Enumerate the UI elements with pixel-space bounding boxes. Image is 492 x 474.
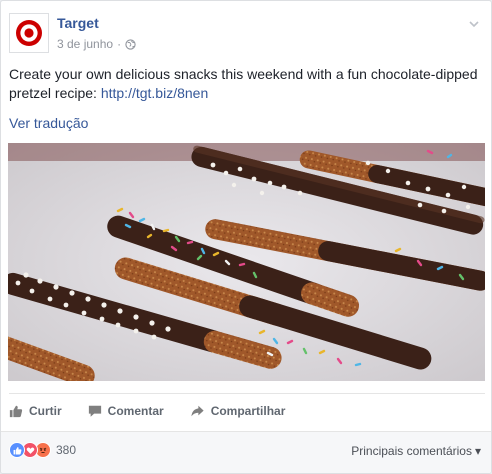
globe-icon: [125, 38, 136, 50]
post-footer: 380 Principais comentários ▾: [1, 431, 491, 473]
reaction-summary[interactable]: 380: [9, 442, 76, 458]
like-icon: [9, 405, 23, 417]
pretzel-rods-image: [8, 143, 485, 381]
share-icon: [191, 405, 204, 416]
post-link[interactable]: http://tgt.biz/8nen: [101, 85, 208, 101]
see-translation-link[interactable]: Ver tradução: [9, 115, 88, 131]
target-logo-icon: [16, 20, 42, 46]
post-photo[interactable]: [8, 143, 485, 381]
like-button[interactable]: Curtir: [9, 404, 62, 418]
reaction-count: 380: [56, 443, 77, 457]
like-reaction-icon: [9, 442, 25, 458]
page-avatar[interactable]: [9, 13, 49, 53]
caret-down-icon: ▾: [474, 444, 481, 458]
post-date[interactable]: 3 de junho: [57, 37, 113, 51]
like-label: Curtir: [29, 403, 62, 418]
comment-sort-dropdown[interactable]: Principais comentários ▾: [351, 444, 481, 458]
comment-sort-label: Principais comentários: [351, 444, 472, 458]
post-header: Target 3 de junho ·: [9, 13, 485, 57]
post-actions-bar: Curtir Comentar Compartilhar: [9, 393, 485, 427]
post-card: Target 3 de junho · Create your own deli…: [0, 0, 492, 474]
post-meta: 3 de junho ·: [57, 37, 136, 51]
comment-button[interactable]: Comentar: [88, 404, 164, 418]
chevron-down-icon[interactable]: [467, 17, 481, 31]
page-name-link[interactable]: Target: [57, 15, 99, 31]
meta-separator: ·: [117, 37, 122, 51]
share-label: Compartilhar: [210, 403, 286, 418]
share-button[interactable]: Compartilhar: [190, 403, 286, 418]
post-message: Create your own delicious snacks this we…: [9, 65, 485, 103]
post-message-text: Create your own delicious snacks this we…: [9, 66, 478, 101]
comment-icon: [88, 405, 101, 417]
comment-label: Comentar: [107, 403, 164, 418]
